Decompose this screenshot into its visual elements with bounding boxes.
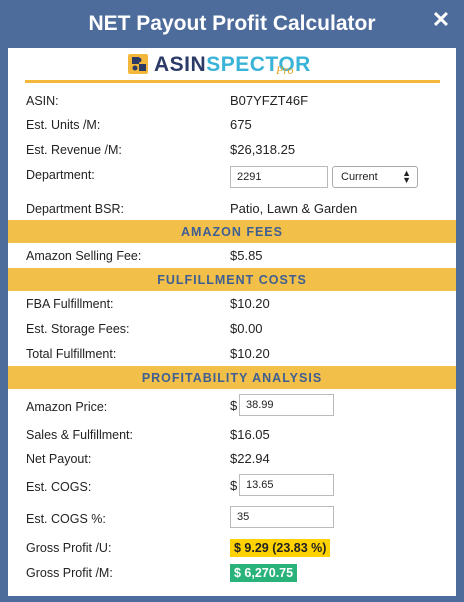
section-title: FULFILLMENT COSTS <box>157 273 307 287</box>
cogs-row: Est. COGS: $ 13.65 <box>8 474 456 500</box>
gross-profit-unit-badge: $ 9.29 (23.83 %) <box>230 539 331 557</box>
asinspector-logo: ASINSPECTOR Pro <box>126 51 316 79</box>
revenue-value: $26,318.25 <box>230 142 296 157</box>
selling-fee-value: $5.85 <box>230 248 263 263</box>
price-currency: $ <box>230 398 238 413</box>
price-label: Amazon Price: <box>26 400 108 414</box>
storage-value: $0.00 <box>230 321 263 336</box>
gross-profit-unit-row: Gross Profit /U: $ 9.29 (23.83 %) <box>8 537 456 559</box>
price-row: Amazon Price: $ 38.99 <box>8 394 456 420</box>
total-fulfillment-label: Total Fulfillment: <box>26 347 117 361</box>
section-title: AMAZON FEES <box>181 225 283 239</box>
selling-fee-row: Amazon Selling Fee: $5.85 <box>8 245 456 267</box>
fba-row: FBA Fulfillment: $10.20 <box>8 293 456 315</box>
select-arrows-icon: ▲ ▼ <box>402 168 411 185</box>
calculator-panel: ASINSPECTOR Pro ASIN: B07YFZT46F Est. Un… <box>8 48 456 596</box>
asin-row: ASIN: B07YFZT46F <box>8 90 456 112</box>
total-fulfillment-row: Total Fulfillment: $10.20 <box>8 343 456 365</box>
gross-profit-month-label: Gross Profit /M: <box>26 566 113 580</box>
bsr-label: Department BSR: <box>26 202 124 216</box>
total-fulfillment-value: $10.20 <box>230 346 270 361</box>
revenue-label: Est. Revenue /M: <box>26 143 122 157</box>
selling-fee-label: Amazon Selling Fee: <box>26 249 142 263</box>
gross-profit-month-badge: $ 6,270.75 <box>230 564 298 582</box>
close-icon[interactable]: ✕ <box>430 9 452 31</box>
asin-value: B07YFZT46F <box>230 93 309 108</box>
divider <box>25 80 440 83</box>
department-select[interactable]: Current ▲ ▼ <box>332 166 418 188</box>
revenue-row: Est. Revenue /M: $26,318.25 <box>8 139 456 161</box>
units-row: Est. Units /M: 675 <box>8 114 456 136</box>
fba-value: $10.20 <box>230 296 270 311</box>
cogs-pct-input[interactable]: 35 <box>230 506 334 528</box>
section-title: PROFITABILITY ANALYSIS <box>141 371 323 385</box>
units-label: Est. Units /M: <box>26 118 101 132</box>
modal-title: NET Payout Profit Calculator <box>88 12 376 35</box>
gross-profit-month-row: Gross Profit /M: $ 6,270.75 <box>8 562 456 584</box>
logo-pro: Pro <box>276 63 294 77</box>
asin-label: ASIN: <box>26 94 59 108</box>
fba-label: FBA Fulfillment: <box>26 297 114 311</box>
cogs-input[interactable]: 13.65 <box>239 474 334 496</box>
net-payout-value: $22.94 <box>230 451 270 466</box>
department-input[interactable]: 2291 <box>230 166 328 188</box>
section-fulfillment-costs: FULFILLMENT COSTS <box>8 268 456 291</box>
bsr-row: Department BSR: Patio, Lawn & Garden <box>8 198 456 220</box>
section-amazon-fees: AMAZON FEES <box>8 220 456 243</box>
logo-text-asin: ASIN <box>154 53 207 76</box>
section-profitability: PROFITABILITY ANALYSIS <box>8 366 456 389</box>
units-value: 675 <box>230 117 252 132</box>
logo-text-spector: SPECTOR <box>206 53 311 76</box>
cogs-pct-row: Est. COGS %: 35 <box>8 506 456 532</box>
modal-header: NET Payout Profit Calculator ✕ <box>0 0 464 50</box>
net-payout-label: Net Payout: <box>26 452 92 466</box>
department-row: Department: 2291 Current ▲ ▼ <box>8 164 456 192</box>
sales-fulfillment-value: $16.05 <box>230 427 270 442</box>
net-payout-row: Net Payout: $22.94 <box>8 448 456 470</box>
sales-fulfillment-label: Sales & Fulfillment: <box>26 428 133 442</box>
storage-label: Est. Storage Fees: <box>26 322 130 336</box>
logo-puzzle-icon <box>128 54 148 74</box>
department-select-value: Current <box>341 171 378 183</box>
sales-fulfillment-row: Sales & Fulfillment: $16.05 <box>8 424 456 446</box>
amazon-price-input[interactable]: 38.99 <box>239 394 334 416</box>
department-label: Department: <box>26 168 95 182</box>
bsr-value: Patio, Lawn & Garden <box>230 201 358 216</box>
gross-profit-unit-label: Gross Profit /U: <box>26 541 112 555</box>
cogs-pct-label: Est. COGS %: <box>26 512 106 526</box>
cogs-currency: $ <box>230 478 238 493</box>
cogs-label: Est. COGS: <box>26 480 92 494</box>
storage-row: Est. Storage Fees: $0.00 <box>8 318 456 340</box>
